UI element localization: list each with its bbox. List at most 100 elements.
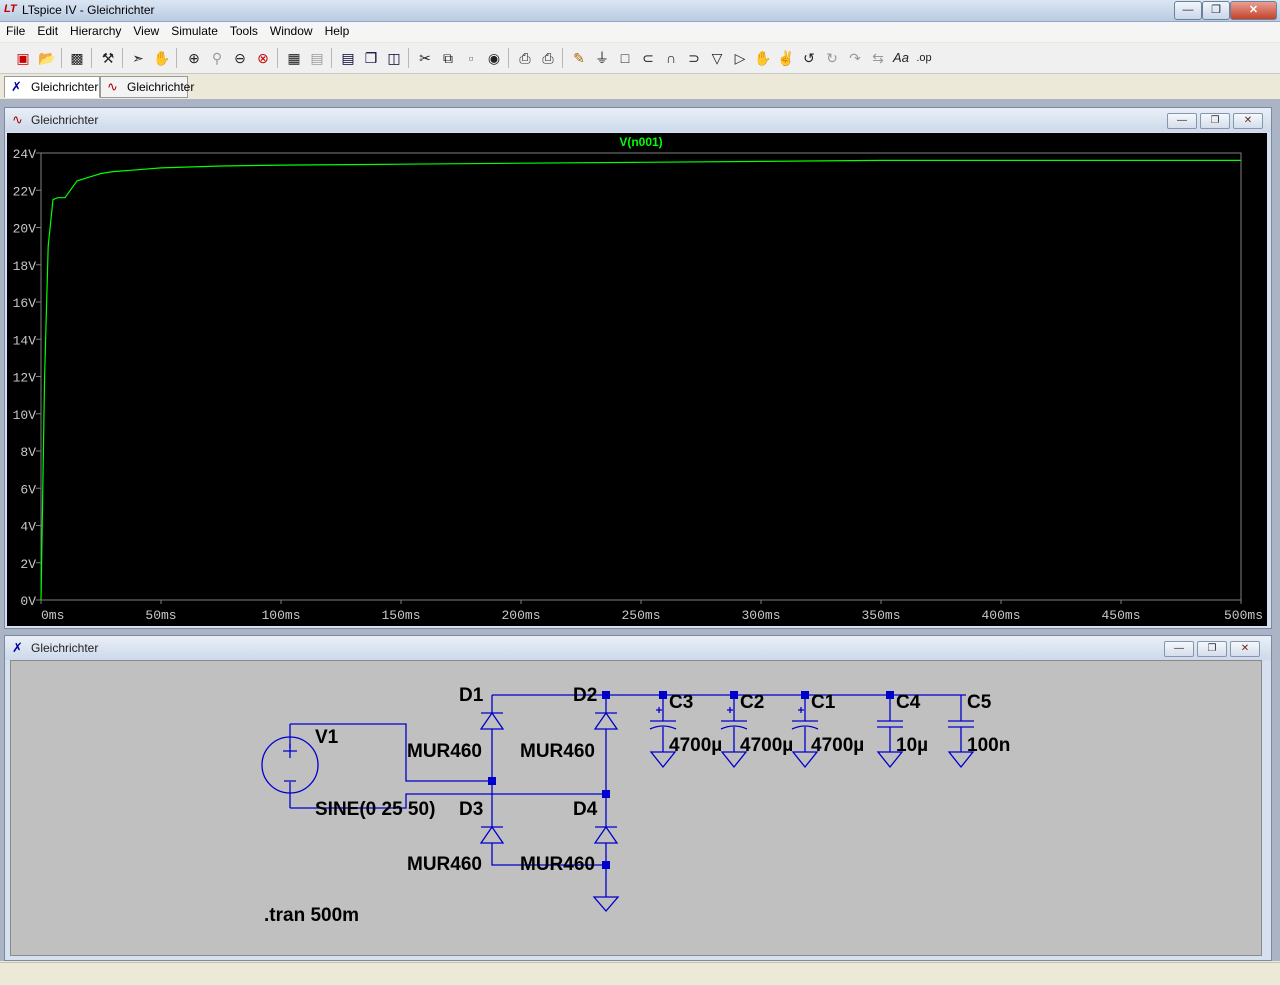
ground-icon[interactable]: ⏚ (592, 48, 612, 68)
c1-value-label[interactable]: 4700µ (811, 735, 864, 756)
y-tick-label: 18V (13, 259, 37, 274)
mirror-icon[interactable]: ⇆ (868, 48, 888, 68)
menu-tools[interactable]: Tools (224, 22, 264, 38)
c5-name-label[interactable]: C5 (967, 692, 992, 713)
x-tick-label: 0ms (41, 608, 64, 623)
plot-pane[interactable]: V(n001) 0V 2V 4V 6V 8V 10V 12V 14V 16V 18V 20V 22V 2… (7, 133, 1267, 626)
zoom-full-icon[interactable]: ⚲ (207, 48, 227, 68)
trace-v-n001[interactable] (40, 159, 1241, 601)
autorange-icon[interactable]: ▦ (284, 48, 304, 68)
schematic-minimize-button[interactable]: — (1164, 641, 1194, 657)
tile-vertical-icon[interactable]: ◫ (384, 48, 404, 68)
schematic-close-button[interactable]: ✕ (1230, 641, 1260, 657)
c1-name-label[interactable]: C1 (811, 692, 836, 713)
d1-name-label[interactable]: D1 (459, 685, 484, 706)
c3-value-label[interactable]: 4700µ (669, 735, 722, 756)
c5-value-label[interactable]: 100n (967, 735, 1010, 756)
paste-icon[interactable]: ▫ (461, 48, 481, 68)
ground-symbol[interactable] (592, 896, 620, 912)
waveform-minimize-button[interactable]: — (1167, 113, 1197, 129)
plot-canvas: V(n001) 0V 2V 4V 6V 8V 10V 12V 14V 16V 18V 20V 22V 2… (13, 135, 1263, 623)
c2-value-label[interactable]: 4700µ (740, 735, 793, 756)
source-polarity-marks (283, 744, 297, 782)
tab-schematic[interactable]: ✗ Gleichrichter (4, 76, 100, 98)
resistor-icon[interactable]: ⊂ (638, 48, 658, 68)
c4-name-label[interactable]: C4 (896, 692, 921, 713)
waveform-close-button[interactable]: ✕ (1233, 113, 1263, 129)
menu-file[interactable]: File (0, 22, 31, 38)
diode-icon[interactable]: ▽ (707, 48, 727, 68)
d3-name-label[interactable]: D3 (459, 799, 483, 820)
schematic-restore-button[interactable]: ❐ (1197, 641, 1227, 657)
diode-d2[interactable] (593, 711, 619, 730)
redo-icon[interactable]: ↻ (822, 48, 842, 68)
draw-wire-icon[interactable]: ✎ (569, 48, 589, 68)
zoom-out-icon[interactable]: ⊖ (230, 48, 250, 68)
menu-hierarchy[interactable]: Hierarchy (64, 22, 127, 38)
x-tick-label: 400ms (981, 608, 1020, 623)
maximize-button[interactable]: ❐ (1202, 1, 1230, 20)
new-schematic-icon[interactable]: ▣ (13, 48, 33, 68)
v1-name-label[interactable]: V1 (315, 727, 339, 748)
d2-model-label[interactable]: MUR460 (520, 741, 595, 762)
label-net-icon[interactable]: □ (615, 48, 635, 68)
capacitor-icon[interactable]: ∩ (661, 48, 681, 68)
text-icon[interactable]: Aa (891, 48, 911, 68)
diode-d4[interactable] (593, 825, 619, 844)
toolbar-separator (562, 48, 563, 68)
minimize-button[interactable]: — (1174, 1, 1202, 20)
menu-simulate[interactable]: Simulate (165, 22, 224, 38)
print-icon[interactable]: ⎙ (538, 48, 558, 68)
tab-waveform[interactable]: ∿ Gleichrichter (100, 76, 194, 98)
open-icon[interactable]: 📂 (37, 48, 57, 68)
y-axis: 0V 2V 4V 6V 8V 10V 12V 14V 16V 18V 20V 22V 24V (13, 147, 41, 609)
waveform-window: ∿ Gleichrichter — ❐ ✕ V(n001) 0V 2V 4V 6V 8V… (4, 107, 1272, 629)
run-icon[interactable]: ➣ (128, 48, 148, 68)
component-icon[interactable]: ▷ (730, 48, 750, 68)
d1-model-label[interactable]: MUR460 (407, 741, 482, 762)
d2-name-label[interactable]: D2 (573, 685, 597, 706)
y-tick-label: 16V (13, 296, 37, 311)
menu-window[interactable]: Window (264, 22, 319, 38)
move-icon[interactable]: ✋ (753, 48, 773, 68)
rotate-icon[interactable]: ↷ (845, 48, 865, 68)
print-setup-icon[interactable]: ⎙ (515, 48, 535, 68)
spice-directive-icon[interactable]: .op (914, 48, 934, 68)
menu-help[interactable]: Help (319, 22, 356, 38)
d4-name-label[interactable]: D4 (573, 799, 598, 820)
y-tick-label: 20V (13, 222, 37, 237)
menu-edit[interactable]: Edit (31, 22, 64, 38)
c2-name-label[interactable]: C2 (740, 692, 764, 713)
control-panel-icon[interactable]: ⚒ (98, 48, 118, 68)
undo-icon[interactable]: ↺ (799, 48, 819, 68)
x-tick-label: 250ms (621, 608, 660, 623)
c3-name-label[interactable]: C3 (669, 692, 693, 713)
trace-label[interactable]: V(n001) (619, 135, 662, 149)
copy-icon[interactable]: ⧉ (438, 48, 458, 68)
y-tick-label: 12V (13, 371, 37, 386)
zoom-cancel-icon[interactable]: ⊗ (253, 48, 273, 68)
tran-directive[interactable]: .tran 500m (264, 905, 359, 926)
zoom-in-icon[interactable]: ⊕ (184, 48, 204, 68)
halt-icon[interactable]: ✋ (152, 48, 172, 68)
waveform-restore-button[interactable]: ❐ (1200, 113, 1230, 129)
tile-horizontal-icon[interactable]: ▤ (338, 48, 358, 68)
c4-value-label[interactable]: 10µ (896, 735, 928, 756)
schematic-canvas[interactable]: V1 SINE(0 25 50) D1 MUR460 D2 MUR460 D3 … (10, 660, 1262, 956)
save-icon[interactable]: ▩ (67, 48, 87, 68)
find-icon[interactable]: ◉ (484, 48, 504, 68)
cascade-icon[interactable]: ❐ (361, 48, 381, 68)
diode-d3[interactable] (479, 825, 505, 844)
drag-icon[interactable]: ✌ (776, 48, 796, 68)
diode-d1[interactable] (479, 711, 505, 730)
wire[interactable] (491, 695, 606, 866)
menu-view[interactable]: View (127, 22, 165, 38)
inductor-icon[interactable]: ⊃ (684, 48, 704, 68)
d3-model-label[interactable]: MUR460 (407, 854, 482, 875)
close-button[interactable]: ✕ (1230, 1, 1277, 20)
delete-plot-icon[interactable]: ▤ (307, 48, 327, 68)
d4-model-label[interactable]: MUR460 (520, 854, 595, 875)
waveform-window-titlebar: ∿ Gleichrichter — ❐ ✕ (5, 108, 1271, 132)
cut-icon[interactable]: ✂ (415, 48, 435, 68)
v1-value-label[interactable]: SINE(0 25 50) (315, 799, 435, 820)
